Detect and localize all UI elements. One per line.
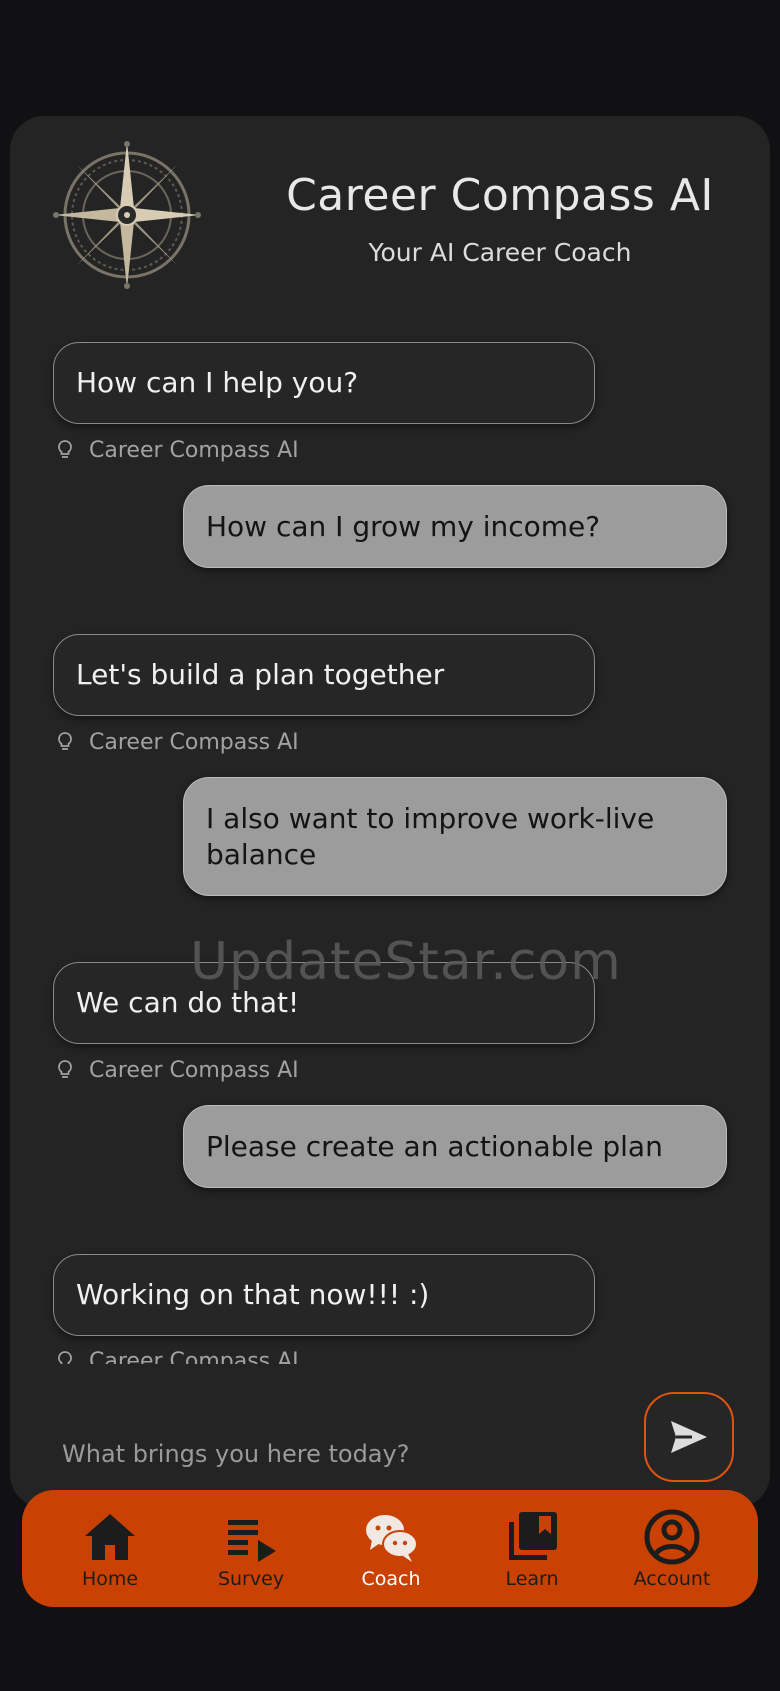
message-text: How can I grow my income? [206, 509, 601, 543]
lightbulb-icon [58, 732, 72, 750]
message-text: I also want to improve work-live balance [206, 801, 655, 871]
send-icon [671, 1421, 707, 1453]
bot-message: Working on that now!!! :) [53, 1254, 595, 1336]
account-circle-icon [644, 1509, 700, 1565]
message-text: Working on that now!!! :) [76, 1278, 430, 1311]
bot-message: We can do that! [53, 962, 595, 1044]
message-text: Please create an actionable plan [206, 1129, 663, 1163]
nav-coach[interactable]: Coach [321, 1490, 461, 1607]
message-input[interactable] [60, 1439, 620, 1469]
nav-account[interactable]: Account [602, 1490, 742, 1607]
survey-list-icon [228, 1520, 276, 1562]
user-message: Please create an actionable plan [183, 1105, 727, 1188]
user-message: I also want to improve work-live balance [183, 777, 727, 896]
nav-home[interactable]: Home [40, 1490, 180, 1607]
message-composer [60, 1424, 620, 1484]
nav-label: Account [633, 1568, 711, 1590]
nav-label: Survey [217, 1568, 285, 1590]
nav-label: Coach [361, 1568, 421, 1590]
chat-thread[interactable]: How can I help you? Career Compass AI Ho… [10, 116, 770, 1364]
bot-message: How can I help you? [53, 342, 595, 424]
send-button[interactable] [644, 1392, 734, 1482]
home-icon [85, 1514, 135, 1560]
user-message: How can I grow my income? [183, 485, 727, 568]
nav-label: Learn [505, 1568, 559, 1590]
chat-card: Career Compass AI Your AI Career Coach H… [10, 116, 770, 1508]
library-books-icon [509, 1512, 557, 1560]
lightbulb-icon [58, 1351, 72, 1364]
lightbulb-icon [58, 440, 72, 458]
nav-survey[interactable]: Survey [181, 1490, 321, 1607]
message-text: We can do that! [76, 986, 300, 1019]
nav-label: Home [81, 1568, 139, 1590]
message-text: Let's build a plan together [76, 658, 445, 691]
lightbulb-icon [58, 1060, 72, 1078]
sender-label: Career Compass AI [55, 435, 299, 465]
nav-learn[interactable]: Learn [462, 1490, 602, 1607]
bot-message: Let's build a plan together [53, 634, 595, 716]
message-text: How can I help you? [76, 366, 359, 399]
sender-label: Career Compass AI [55, 1055, 299, 1085]
chat-bubbles-icon [366, 1515, 418, 1562]
sender-label: Career Compass AI [55, 727, 299, 757]
sender-label: Career Compass AI [55, 1346, 299, 1364]
bottom-nav: Home Survey Coach Learn Account [22, 1490, 758, 1607]
